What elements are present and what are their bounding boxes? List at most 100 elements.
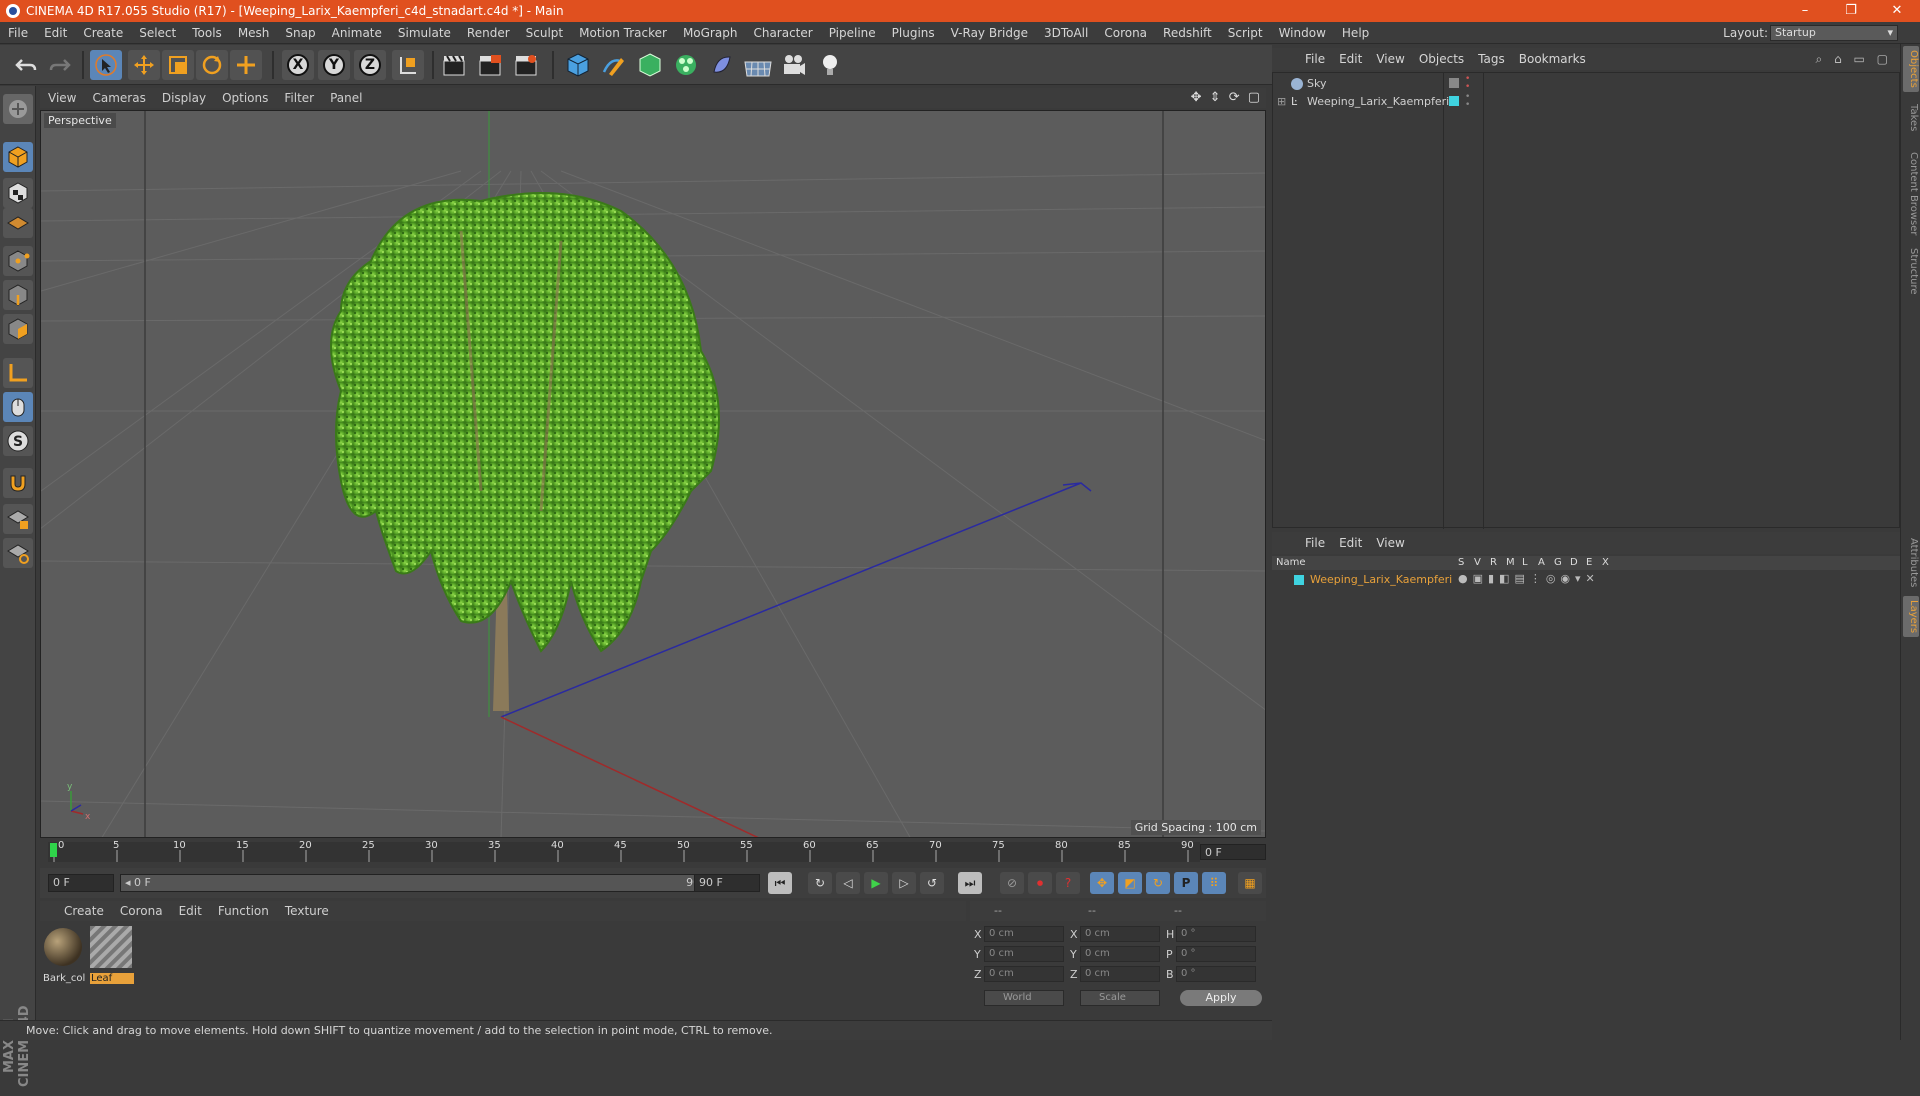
menu-motion-tracker[interactable]: Motion Tracker xyxy=(571,26,675,40)
material-menu-function[interactable]: Function xyxy=(210,904,277,918)
coordinate-space-dropdown[interactable]: World xyxy=(984,990,1064,1006)
workplane-mode-button[interactable] xyxy=(3,208,33,238)
render-picture-viewer-button[interactable] xyxy=(474,50,506,80)
scale-tool-button[interactable] xyxy=(162,50,194,80)
pos-y-field[interactable]: 0 cm xyxy=(984,946,1064,962)
render-settings-button[interactable] xyxy=(510,50,542,80)
keyframe-selection-button[interactable]: ? xyxy=(1056,872,1080,894)
parameter-key-button[interactable]: P xyxy=(1174,872,1198,894)
workplane-rotate-button[interactable] xyxy=(3,538,33,568)
rot-h-field[interactable]: 0 ° xyxy=(1176,926,1256,942)
size-z-field[interactable]: 0 cm xyxy=(1080,966,1160,982)
menu-sculpt[interactable]: Sculpt xyxy=(518,26,571,40)
material-menu-edit[interactable]: Edit xyxy=(171,904,210,918)
object-menu-file[interactable]: File xyxy=(1298,52,1332,66)
tab-attributes[interactable]: Attributes xyxy=(1903,534,1919,591)
menu-corona[interactable]: Corona xyxy=(1096,26,1155,40)
tab-layers[interactable]: Layers xyxy=(1903,596,1919,638)
record-active-button[interactable]: ⊘ xyxy=(1000,872,1024,894)
add-floor-button[interactable] xyxy=(742,50,774,80)
texture-mode-button[interactable] xyxy=(3,178,33,208)
viewport-menu-display[interactable]: Display xyxy=(154,91,214,105)
add-light-button[interactable] xyxy=(814,50,846,80)
menu-redshift[interactable]: Redshift xyxy=(1155,26,1220,40)
material-swatch[interactable]: Bark_col xyxy=(42,926,86,986)
object-menu-tags[interactable]: Tags xyxy=(1471,52,1512,66)
point-level-animation-button[interactable]: ⠿ xyxy=(1202,872,1226,894)
go-to-start-button[interactable]: ⏮ xyxy=(768,872,792,894)
object-row-sky[interactable]: Sky xyxy=(1273,75,1443,93)
menu-vray-bridge[interactable]: V-Ray Bridge xyxy=(943,26,1036,40)
undo-button[interactable] xyxy=(10,50,42,80)
position-key-button[interactable]: ✥ xyxy=(1090,872,1114,894)
layer-menu-file[interactable]: File xyxy=(1298,536,1332,550)
add-camera-button[interactable] xyxy=(778,50,810,80)
coordinate-system-button[interactable] xyxy=(392,50,424,80)
menu-tools[interactable]: Tools xyxy=(184,26,230,40)
end-frame-field[interactable]: 90 F xyxy=(694,874,760,892)
rot-b-field[interactable]: 0 ° xyxy=(1176,966,1256,982)
menu-script[interactable]: Script xyxy=(1220,26,1271,40)
render-view-button[interactable] xyxy=(438,50,470,80)
menu-simulate[interactable]: Simulate xyxy=(390,26,459,40)
material-menu-create[interactable]: Create xyxy=(56,904,112,918)
rotate-tool-button[interactable] xyxy=(196,50,228,80)
sky-tag-icon[interactable] xyxy=(1449,78,1459,88)
viewport-menu-options[interactable]: Options xyxy=(214,91,276,105)
add-spline-button[interactable] xyxy=(598,50,630,80)
menu-snap[interactable]: Snap xyxy=(277,26,323,40)
menu-mograph[interactable]: MoGraph xyxy=(675,26,746,40)
material-swatch[interactable]: Leaf xyxy=(90,926,134,986)
layer-color-swatch[interactable] xyxy=(1294,575,1304,585)
make-editable-button[interactable] xyxy=(3,94,33,124)
workplane-lock-button[interactable] xyxy=(3,504,33,534)
object-menu-view[interactable]: View xyxy=(1369,52,1411,66)
tab-structure[interactable]: Structure xyxy=(1903,244,1919,299)
tweak-mode-button[interactable] xyxy=(3,392,33,422)
go-to-end-button[interactable]: ⏭ xyxy=(958,872,982,894)
next-frame-button[interactable]: ▷ xyxy=(892,872,916,894)
previous-key-button[interactable]: ↻ xyxy=(808,872,832,894)
object-row-weeping-larix[interactable]: ⊞ Ŀ Weeping_Larix_Kaempferi xyxy=(1273,93,1449,111)
object-menu-bookmarks[interactable]: Bookmarks xyxy=(1512,52,1593,66)
tab-objects[interactable]: Objects xyxy=(1903,46,1919,92)
viewport-camera-label[interactable]: Perspective xyxy=(44,113,116,128)
layer-row[interactable]: Weeping_Larix_Kaempferi ●▣▮◧▤⋮◎◉▾✕ xyxy=(1272,572,1900,588)
menu-edit[interactable]: Edit xyxy=(36,26,75,40)
scale-key-button[interactable]: ◩ xyxy=(1118,872,1142,894)
menu-select[interactable]: Select xyxy=(131,26,184,40)
solo-button[interactable]: S xyxy=(3,426,33,456)
layer-menu-view[interactable]: View xyxy=(1369,536,1411,550)
menu-file[interactable]: File xyxy=(0,26,36,40)
minimize-button[interactable]: – xyxy=(1782,0,1828,22)
visibility-dots[interactable]: • • xyxy=(1465,75,1470,92)
model-mode-button[interactable] xyxy=(3,142,33,172)
x-axis-lock-button[interactable]: X xyxy=(282,50,314,80)
menu-window[interactable]: Window xyxy=(1271,26,1334,40)
viewport-menu-filter[interactable]: Filter xyxy=(276,91,322,105)
menu-mesh[interactable]: Mesh xyxy=(230,26,278,40)
add-subdivision-button[interactable] xyxy=(634,50,666,80)
visibility-dots[interactable]: • • xyxy=(1465,93,1470,110)
menu-create[interactable]: Create xyxy=(75,26,131,40)
menu-pipeline[interactable]: Pipeline xyxy=(821,26,884,40)
add-cube-button[interactable] xyxy=(562,50,594,80)
next-key-button[interactable]: ↺ xyxy=(920,872,944,894)
polygons-mode-button[interactable] xyxy=(3,314,33,344)
live-selection-button[interactable] xyxy=(230,50,262,80)
autokey-button[interactable]: ⏺ xyxy=(1028,872,1052,894)
viewport-nav-icons[interactable]: ✥ ⇕ ⟳ ▢ xyxy=(1191,90,1262,105)
menu-animate[interactable]: Animate xyxy=(324,26,390,40)
layout-dropdown[interactable]: Startup ▾ xyxy=(1770,25,1898,41)
size-x-field[interactable]: 0 cm xyxy=(1080,926,1160,942)
pos-z-field[interactable]: 0 cm xyxy=(984,966,1064,982)
material-menu-texture[interactable]: Texture xyxy=(277,904,337,918)
viewport-menu-cameras[interactable]: Cameras xyxy=(84,91,153,105)
menu-character[interactable]: Character xyxy=(745,26,820,40)
edges-mode-button[interactable] xyxy=(3,280,33,310)
start-frame-field[interactable]: 0 F xyxy=(48,874,114,892)
play-button[interactable]: ▶ xyxy=(864,872,888,894)
y-axis-lock-button[interactable]: Y xyxy=(318,50,350,80)
frame-range-slider[interactable]: ◂ 0 F 90 F ▸ xyxy=(120,874,724,892)
rot-p-field[interactable]: 0 ° xyxy=(1176,946,1256,962)
